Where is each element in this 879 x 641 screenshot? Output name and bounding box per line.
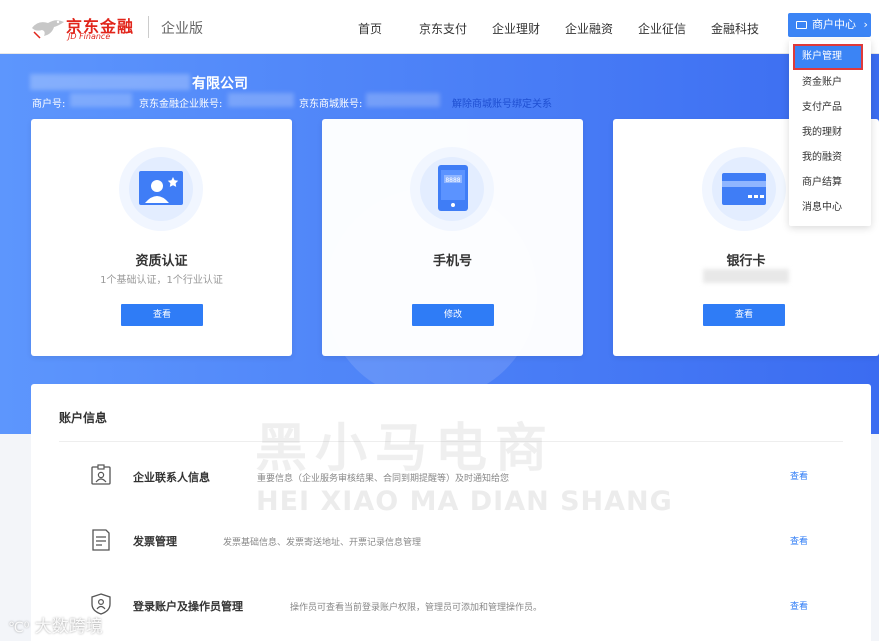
merchant-center-button[interactable]: 商户中心 › [788, 13, 871, 37]
redacted-company-name [30, 74, 190, 90]
nav-enterprise-credit[interactable]: 企业征信 [638, 20, 686, 37]
account-info-title: 账户信息 [59, 411, 108, 425]
view-operator-link[interactable]: 查看 [790, 599, 808, 612]
watermark-logo-icon: ℃⁰ [8, 620, 30, 636]
redacted-bank-card [703, 269, 789, 283]
corner-watermark: ℃⁰ 大数跨境 [8, 612, 103, 637]
qualification-card: 资质认证 1个基础认证，1个行业认证 查看 [31, 119, 292, 356]
enterprise-account-label: 京东金融企业账号: [139, 99, 223, 110]
jd-finance-logo[interactable]: 京东金融 JD Finance [30, 12, 160, 42]
card-title: 银行卡 [726, 254, 766, 269]
invoice-management-title: 发票管理 [133, 535, 177, 548]
card-subtitle: 1个基础认证，1个行业认证 [100, 275, 223, 286]
view-bank-card-button[interactable]: 查看 [703, 304, 785, 326]
phone-screen-text: 8888 [445, 177, 460, 184]
card-title: 手机号 [432, 254, 472, 269]
company-name: 有限公司 [30, 73, 248, 93]
merchant-icon [796, 21, 807, 29]
nav-fintech[interactable]: 金融科技 [711, 20, 759, 37]
merchant-center-label: 商户中心 [812, 18, 856, 31]
modify-phone-button[interactable]: 修改 [412, 304, 494, 326]
dropdown-item-fund-account[interactable]: 资金账户 [789, 70, 871, 95]
jd-dog-logo-icon [32, 20, 64, 39]
view-qualification-button[interactable]: 查看 [121, 304, 203, 326]
redacted-merchant-no [70, 93, 132, 107]
unbind-mall-account-link[interactable]: 解除商城账号绑定关系 [452, 95, 552, 110]
id-card-icon [119, 147, 203, 231]
card-title: 资质认证 [135, 254, 188, 269]
watermark-cn: 黑小马电商 [255, 419, 556, 479]
contact-badge-icon [91, 464, 111, 485]
watermark-en: HEI XIAO MA DIAN SHANG [256, 486, 673, 517]
nav-jd-pay[interactable]: 京东支付 [419, 20, 467, 37]
operator-management-title: 登录账户及操作员管理 [133, 600, 243, 613]
company-suffix: 有限公司 [192, 76, 248, 92]
mall-account-label: 京东商城账号: [299, 99, 363, 110]
view-invoice-link[interactable]: 查看 [790, 534, 808, 547]
merchant-no-label: 商户号: [32, 99, 66, 110]
dropdown-item-message-center[interactable]: 消息中心 [789, 195, 871, 220]
redacted-enterprise-account [228, 93, 294, 107]
dropdown-item-my-wealth[interactable]: 我的理财 [789, 120, 871, 145]
logo-divider [148, 16, 149, 38]
edition-label: 企业版 [161, 21, 203, 37]
view-contact-info-link[interactable]: 查看 [790, 469, 808, 482]
dropdown-item-account-management[interactable]: 账户管理 [793, 44, 863, 70]
operator-management-desc: 操作员可查看当前登录账户权限，管理员可添加和管理操作员。 [290, 603, 543, 613]
nav-home[interactable]: 首页 [358, 20, 382, 37]
contact-info-title: 企业联系人信息 [133, 471, 210, 484]
merchant-center-dropdown: 账户管理 资金账户 支付产品 我的理财 我的融资 商户结算 消息中心 [789, 40, 871, 226]
chevron-right-icon: › [863, 18, 868, 31]
mobile-phone-icon: 8888 [410, 147, 494, 231]
nav-enterprise-wealth[interactable]: 企业理财 [492, 20, 540, 37]
nav-enterprise-financing[interactable]: 企业融资 [565, 20, 613, 37]
top-header: 京东金融 JD Finance 企业版 首页 京东支付 企业理财 企业融资 企业… [0, 0, 879, 54]
corner-watermark-text: 大数跨境 [34, 617, 103, 637]
dropdown-item-my-financing[interactable]: 我的融资 [789, 145, 871, 170]
invoice-management-desc: 发票基础信息、发票寄送地址、开票记录信息管理 [223, 538, 422, 548]
bank-card-icon [702, 147, 786, 231]
dropdown-item-payment-products[interactable]: 支付产品 [789, 95, 871, 120]
dropdown-item-merchant-settlement[interactable]: 商户结算 [789, 170, 871, 195]
phone-card: 8888 手机号 修改 [322, 119, 583, 356]
invoice-document-icon [92, 529, 110, 551]
redacted-mall-account [366, 93, 440, 107]
brand-sub: JD Finance [68, 32, 111, 41]
